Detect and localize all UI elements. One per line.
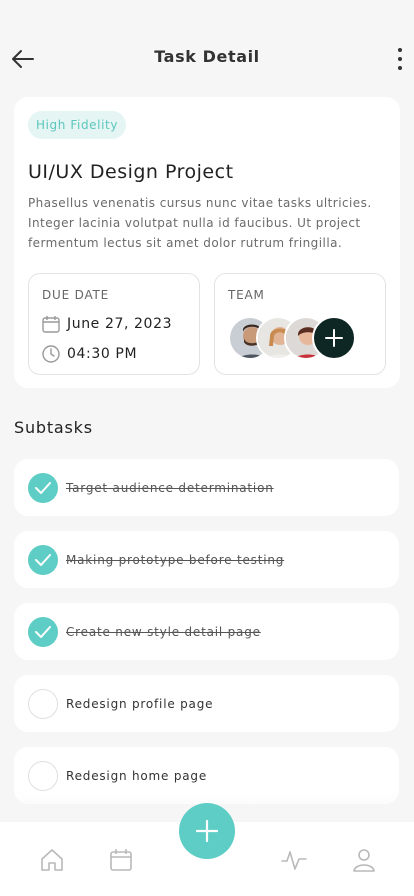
tab-home[interactable] (38, 846, 66, 874)
due-time-value: 04:30 PM (67, 346, 138, 362)
plus-icon (195, 819, 219, 843)
subtask-item[interactable]: Target audience determination (14, 459, 399, 516)
subtask-checkbox[interactable] (28, 760, 58, 791)
tab-profile[interactable] (350, 846, 378, 874)
subtask-label: Target audience determination (66, 480, 274, 495)
subtasks-heading: Subtasks (14, 418, 93, 437)
add-member-button[interactable] (312, 316, 356, 360)
subtask-item[interactable]: Redesign profile page (14, 675, 399, 732)
plus-icon (325, 329, 343, 347)
subtask-item[interactable]: Making prototype before testing (14, 531, 399, 588)
clock-icon (42, 345, 60, 363)
check-icon (35, 625, 51, 638)
team-box: TEAM (214, 273, 386, 375)
due-date-row: June 27, 2023 (41, 314, 172, 334)
due-date-box[interactable]: DUE DATE June 27, 2023 04:30 PM (28, 273, 200, 375)
add-task-button[interactable] (179, 803, 235, 859)
subtask-checkbox[interactable] (28, 688, 58, 719)
subtask-checkbox[interactable] (28, 616, 58, 647)
more-options-button[interactable] (392, 45, 408, 73)
calendar-icon (42, 316, 60, 333)
subtask-checkbox[interactable] (28, 472, 58, 503)
project-title: UI/UX Design Project (28, 161, 234, 183)
check-icon (35, 481, 51, 494)
team-avatars (228, 316, 368, 362)
due-date-label: DUE DATE (42, 288, 110, 302)
subtask-label: Redesign profile page (66, 696, 214, 711)
due-time-row: 04:30 PM (41, 344, 137, 364)
subtask-label: Redesign home page (66, 768, 208, 783)
page-title: Task Detail (154, 47, 260, 66)
header: Task Detail (0, 0, 414, 100)
profile-icon (353, 849, 375, 872)
check-icon (35, 553, 51, 566)
tab-activity[interactable] (280, 846, 308, 874)
due-date-value: June 27, 2023 (67, 316, 173, 332)
home-icon (41, 849, 63, 871)
project-card: High Fidelity UI/UX Design Project Phase… (14, 97, 400, 388)
activity-icon (281, 851, 307, 870)
subtask-label: Making prototype before testing (66, 552, 285, 567)
project-description: Phasellus venenatis cursus nunc vitae ta… (28, 196, 372, 250)
subtask-item[interactable]: Create new style detail page (14, 603, 399, 660)
more-vertical-icon (398, 48, 402, 52)
subtask-label: Create new style detail page (66, 624, 261, 639)
tab-calendar[interactable] (107, 846, 135, 874)
subtask-checkbox[interactable] (28, 544, 58, 575)
team-label: TEAM (228, 288, 265, 302)
project-tag[interactable]: High Fidelity (28, 111, 127, 139)
calendar-icon (110, 849, 132, 871)
